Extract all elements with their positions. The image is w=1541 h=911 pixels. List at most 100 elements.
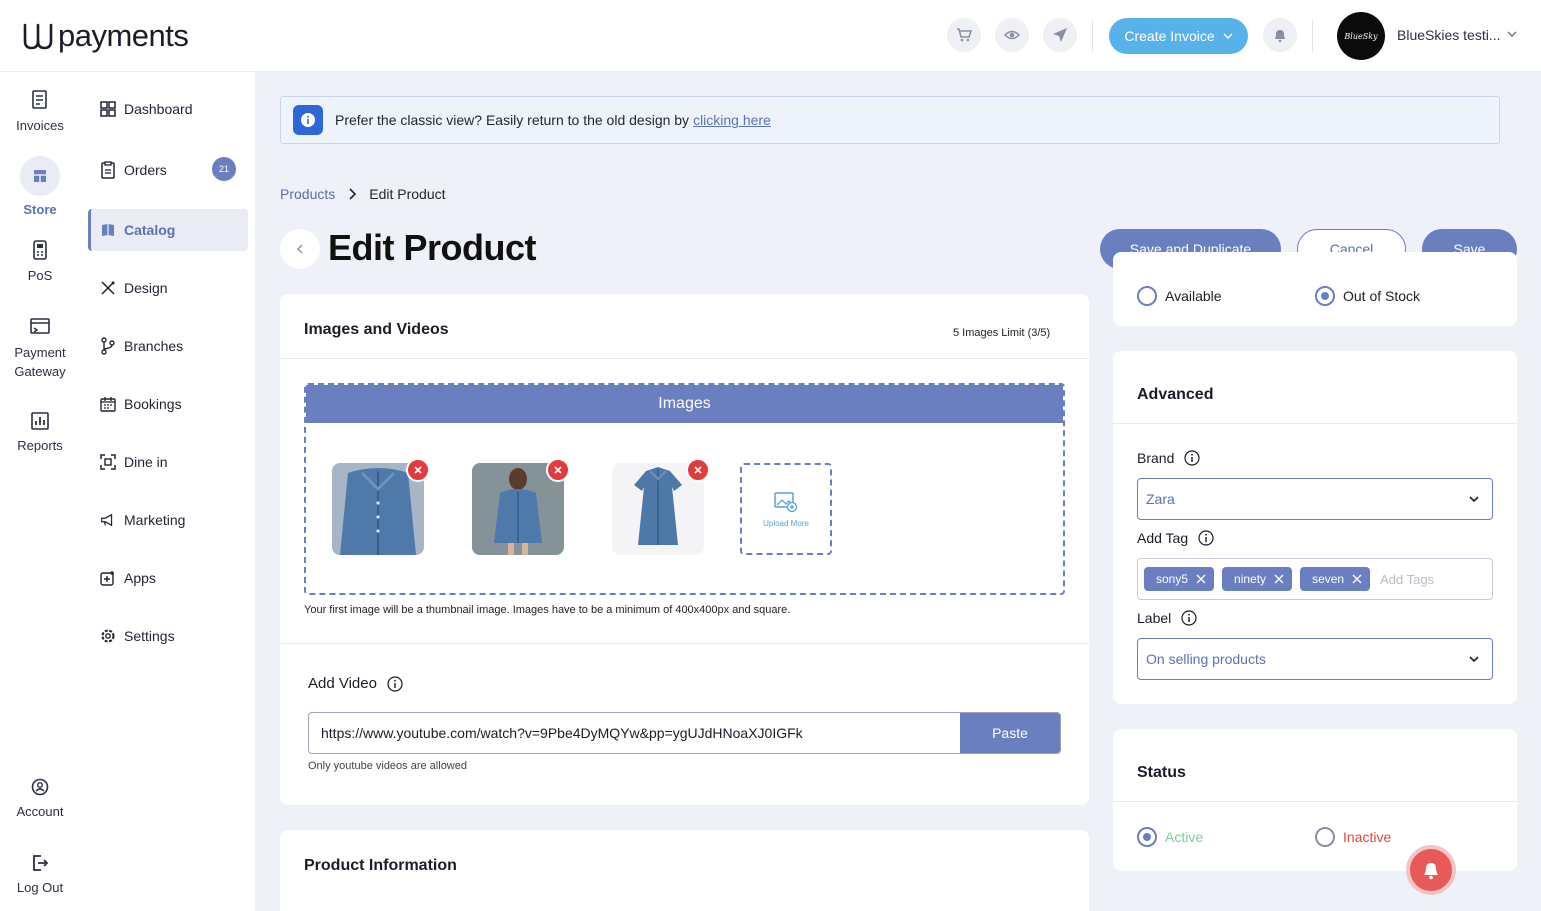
nav-label: Marketing [124, 512, 186, 528]
label-value: On selling products [1146, 651, 1266, 667]
nav-item-design[interactable]: Design [88, 267, 248, 309]
close-icon[interactable] [1352, 574, 1362, 584]
rail-label: Store [23, 202, 57, 217]
inactive-radio[interactable]: Inactive [1315, 827, 1391, 847]
cart-button[interactable] [947, 18, 981, 52]
product-information-title: Product Information [304, 857, 457, 874]
preview-button[interactable] [995, 18, 1029, 52]
remove-image-button[interactable] [546, 458, 570, 482]
info-icon[interactable] [1181, 610, 1197, 626]
label-select[interactable]: On selling products [1137, 638, 1493, 680]
chevron-down-icon[interactable] [1506, 28, 1518, 40]
nav-item-marketing[interactable]: Marketing [88, 499, 248, 541]
add-video-text: Add Video [308, 675, 377, 692]
brand-select[interactable]: Zara [1137, 478, 1493, 520]
video-url-input[interactable]: https://www.youtube.com/watch?v=9Pbe4DyM… [309, 713, 960, 753]
radio-circle [1137, 286, 1157, 306]
close-icon [554, 466, 562, 474]
add-video-label: Add Video [308, 675, 403, 692]
rail-item-store[interactable]: Store [0, 156, 80, 217]
add-tag-label-text: Add Tag [1137, 530, 1189, 546]
nav-item-dashboard[interactable]: Dashboard [88, 88, 248, 130]
brand-value: Zara [1146, 491, 1175, 507]
active-radio[interactable]: Active [1137, 827, 1203, 847]
secondary-nav: Dashboard Orders 21 Catalog Design Branc… [80, 72, 256, 911]
nav-label: Settings [124, 628, 175, 644]
logo-mark-icon [23, 23, 53, 50]
breadcrumb-products[interactable]: Products [280, 186, 335, 202]
tag-chip[interactable]: sony5 [1144, 567, 1215, 591]
divider [1113, 801, 1517, 802]
rail-item-account[interactable]: Account [0, 778, 80, 819]
paste-button[interactable]: Paste [960, 713, 1060, 753]
breadcrumb: Products Edit Product [280, 186, 446, 202]
rail-item-payment-gateway[interactable]: Payment Gateway [0, 317, 80, 381]
image-add-icon [774, 491, 798, 512]
notification-bell-button[interactable] [1406, 845, 1456, 895]
divider [1312, 20, 1313, 52]
back-button[interactable] [280, 229, 320, 269]
page-title: Edit Product [328, 227, 537, 268]
logo[interactable]: payments [22, 18, 189, 54]
tag-chip[interactable]: ninety [1222, 567, 1293, 591]
close-icon [414, 466, 422, 474]
design-icon [101, 281, 115, 295]
classic-view-link[interactable]: clicking here [693, 112, 771, 128]
tag-chip[interactable]: seven [1300, 567, 1371, 591]
brand-label: Brand [1137, 450, 1200, 466]
tag-input[interactable]: sony5 ninety seven Add Tags [1137, 558, 1493, 600]
remove-image-button[interactable] [686, 458, 710, 482]
video-url-field[interactable]: https://www.youtube.com/watch?v=9Pbe4DyM… [308, 712, 1061, 754]
nav-item-orders[interactable]: Orders 21 [88, 149, 248, 191]
inactive-label: Inactive [1343, 829, 1392, 845]
rail-item-reports[interactable]: Reports [0, 412, 80, 453]
nav-item-dine-in[interactable]: Dine in [88, 441, 248, 483]
nav-label: Apps [124, 570, 156, 586]
images-dropzone[interactable]: Images Upload More [304, 383, 1065, 595]
nav-item-catalog[interactable]: Catalog [88, 209, 248, 251]
chevron-right-icon [349, 188, 357, 200]
settings-icon [101, 629, 115, 643]
banner-text: Prefer the classic view? Easily return t… [335, 112, 690, 128]
tag-label: seven [1312, 572, 1345, 586]
bookings-icon [100, 397, 116, 412]
close-icon[interactable] [1274, 574, 1284, 584]
nav-item-settings[interactable]: Settings [88, 615, 248, 657]
store-icon [34, 170, 46, 182]
dine-in-icon [100, 454, 116, 470]
logo-text: payments [58, 18, 189, 53]
out-of-stock-radio[interactable]: Out of Stock [1315, 286, 1420, 306]
upload-more-button[interactable]: Upload More [740, 463, 832, 555]
rail-item-logout[interactable]: Log Out [0, 854, 80, 895]
rail-label: Reports [17, 438, 63, 453]
tag-placeholder[interactable]: Add Tags [1380, 572, 1434, 587]
avatar[interactable]: BlueSky [1337, 12, 1385, 60]
nav-item-apps[interactable]: Apps [88, 557, 248, 599]
send-icon [1053, 28, 1067, 42]
brand-label-text: Brand [1137, 450, 1175, 466]
label-label-text: Label [1137, 610, 1172, 626]
invoice-icon [32, 90, 47, 109]
info-icon[interactable] [387, 675, 403, 692]
main-content: Prefer the classic view? Easily return t… [256, 72, 1541, 911]
info-icon[interactable] [1184, 450, 1200, 466]
info-icon[interactable] [1198, 530, 1214, 546]
chevron-down-icon [1469, 496, 1479, 503]
bell-icon [1424, 863, 1438, 880]
available-radio[interactable]: Available [1137, 286, 1222, 306]
create-invoice-button[interactable]: Create Invoice [1109, 18, 1248, 54]
remove-image-button[interactable] [406, 458, 430, 482]
classic-view-banner: Prefer the classic view? Easily return t… [280, 96, 1500, 144]
orders-icon [101, 161, 115, 179]
nav-label: Catalog [124, 222, 176, 238]
rail-item-invoices[interactable]: Invoices [0, 90, 80, 133]
account-name[interactable]: BlueSkies testi... [1397, 27, 1501, 43]
close-icon[interactable] [1196, 574, 1206, 584]
rail-item-pos[interactable]: PoS [0, 240, 80, 283]
notifications-button[interactable] [1263, 18, 1297, 52]
send-button[interactable] [1043, 18, 1077, 52]
nav-item-bookings[interactable]: Bookings [88, 383, 248, 425]
logout-icon [33, 855, 49, 871]
nav-label: Bookings [124, 396, 182, 412]
nav-item-branches[interactable]: Branches [88, 325, 248, 367]
